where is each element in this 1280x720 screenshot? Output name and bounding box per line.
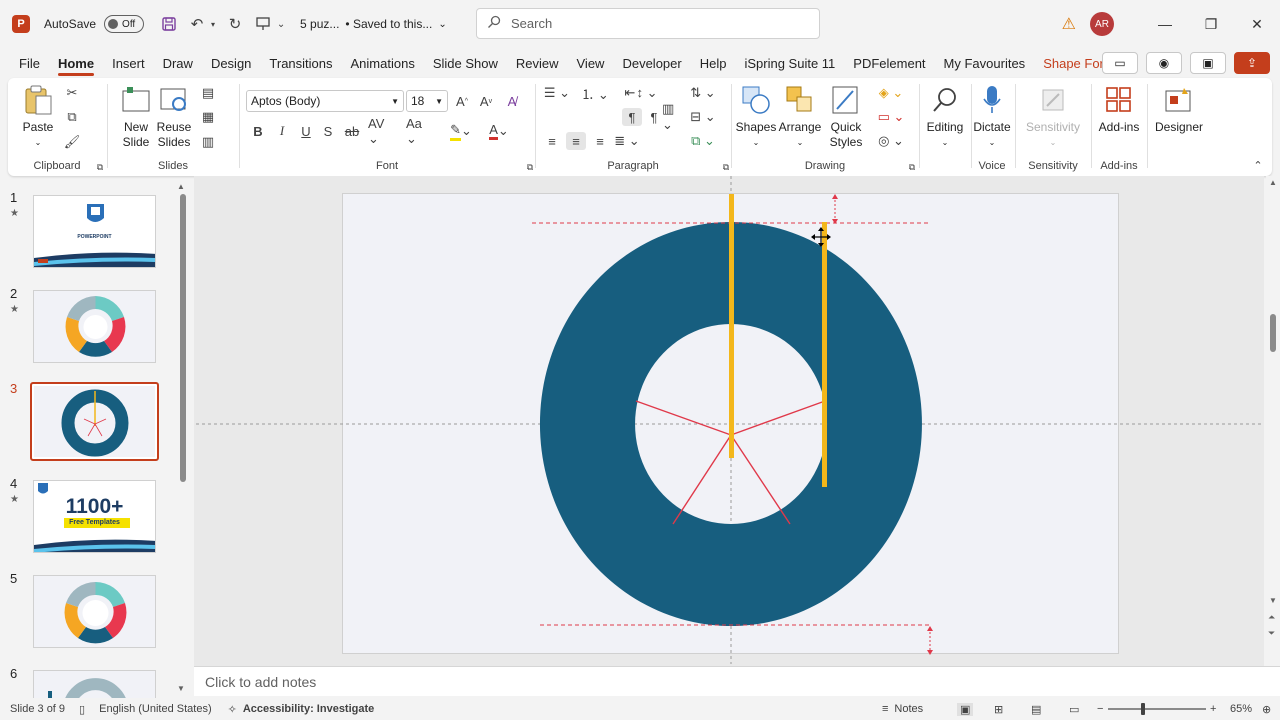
scroll-down-icon[interactable]: ▼ — [1269, 596, 1277, 605]
zoom-slider-thumb[interactable] — [1141, 703, 1145, 715]
red-line[interactable] — [730, 400, 826, 436]
canvas-vertical-scrollbar[interactable]: ▲ ▼ ⏶ ⏷ — [1266, 176, 1280, 666]
zoom-level[interactable]: 65% — [1230, 703, 1252, 715]
zoom-in-icon[interactable]: + — [1210, 703, 1216, 715]
spelling-icon[interactable]: ▯ — [79, 703, 85, 716]
red-line[interactable] — [672, 434, 732, 525]
slide-sorter-icon[interactable]: ⊞ — [994, 703, 1003, 716]
notes-placeholder: Click to add notes — [205, 673, 317, 690]
yellow-bar[interactable] — [729, 194, 734, 458]
status-bar: Slide 3 of 9 ▯ English (United States) ✧… — [0, 698, 1280, 720]
previous-slide-icon[interactable]: ⏶ — [1268, 612, 1275, 623]
notes-label: Notes — [894, 703, 924, 715]
yellow-bar-selected[interactable] — [822, 222, 827, 487]
reading-view-icon[interactable]: ▤ — [1031, 703, 1041, 716]
notes-icon: ≡ — [882, 703, 889, 715]
scroll-up-icon[interactable]: ▲ — [1269, 178, 1277, 187]
accessibility-label: Accessibility: Investigate — [242, 703, 375, 715]
normal-view-icon[interactable]: ▣ — [957, 702, 974, 716]
red-line[interactable] — [730, 434, 791, 525]
fit-to-window-icon[interactable]: ⊕ — [1262, 703, 1271, 716]
notes-button[interactable]: ≡ Notes — [882, 703, 923, 715]
language[interactable]: English (United States) — [99, 703, 212, 715]
scrollbar-thumb[interactable] — [1270, 314, 1276, 352]
slide-drawing-layer — [196, 176, 1264, 664]
zoom-slider[interactable] — [1108, 708, 1206, 710]
accessibility-status[interactable]: ✧ Accessibility: Investigate — [228, 703, 375, 716]
zoom-out-icon[interactable]: − — [1097, 703, 1103, 715]
accessibility-icon: ✧ — [227, 703, 237, 716]
red-line[interactable] — [635, 400, 732, 436]
notes-pane[interactable]: Click to add notes — [194, 666, 1280, 696]
next-slide-icon[interactable]: ⏷ — [1268, 628, 1275, 639]
slide-counter[interactable]: Slide 3 of 9 — [10, 703, 65, 715]
slideshow-icon[interactable]: ▭ — [1069, 703, 1079, 716]
